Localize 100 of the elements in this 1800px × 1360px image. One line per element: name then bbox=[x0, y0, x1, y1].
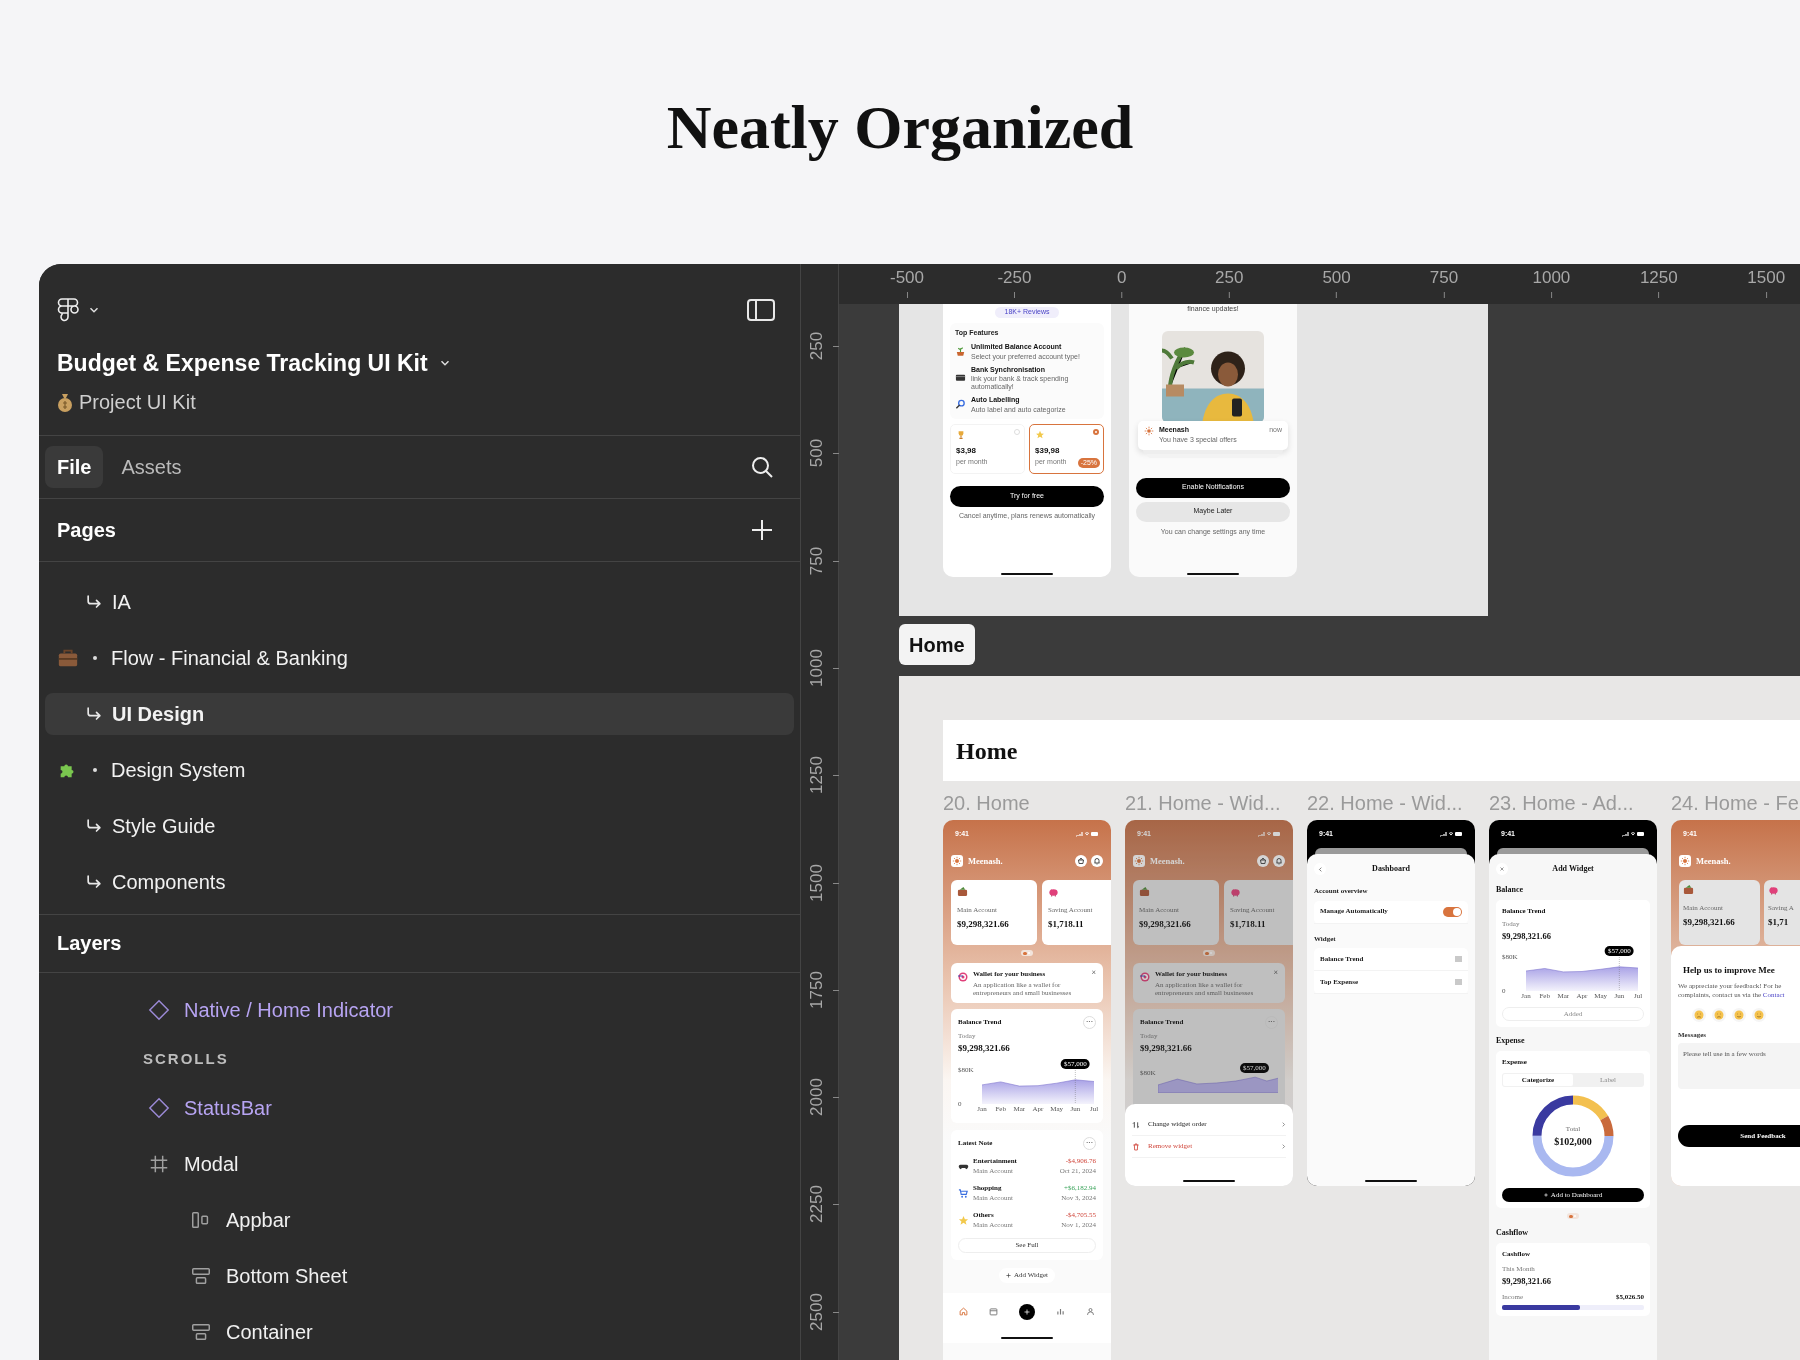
section-title: Cashflow bbox=[1496, 1227, 1529, 1240]
bullet-icon bbox=[93, 655, 97, 660]
balance-amount: $9,298,321.66 bbox=[1502, 930, 1551, 943]
account-balance: $1,718.11 bbox=[1048, 917, 1084, 931]
section-title: Home bbox=[956, 736, 1018, 766]
sun-logo bbox=[1133, 855, 1145, 867]
page-dots bbox=[1567, 1213, 1579, 1220]
ruler-label: 500 bbox=[1322, 267, 1351, 289]
emoji-icon[interactable] bbox=[1712, 1007, 1726, 1022]
ruler-label: 750 bbox=[807, 545, 827, 577]
screen-title: Add Widget bbox=[1552, 863, 1594, 875]
account-balance: $1,71 bbox=[1768, 915, 1789, 929]
calendar-icon[interactable] bbox=[989, 1307, 999, 1316]
ruler-label: 1000 bbox=[807, 648, 827, 689]
plan-price: $39,98 bbox=[1035, 445, 1060, 457]
ruler-label: 250 bbox=[807, 330, 827, 363]
vertical-layout-icon bbox=[190, 1321, 212, 1343]
radio-button[interactable] bbox=[1093, 428, 1099, 435]
close-button[interactable]: × bbox=[1091, 969, 1096, 977]
bullet-icon bbox=[93, 767, 97, 772]
ruler-label: -500 bbox=[890, 267, 924, 289]
layer-item[interactable]: Bottom Sheet bbox=[226, 1261, 348, 1291]
plus-icon bbox=[1006, 1272, 1011, 1278]
guide-line bbox=[1619, 956, 1620, 991]
chevron-right-icon bbox=[1281, 1144, 1286, 1149]
ruler-label: 500 bbox=[807, 438, 827, 470]
layer-item[interactable]: Container bbox=[226, 1317, 313, 1347]
close-icon bbox=[1500, 867, 1504, 871]
star-icon bbox=[1035, 429, 1045, 439]
balance-amount: $9,298,321.66 bbox=[1140, 1042, 1192, 1055]
balance-amount: $9,298,321.66 bbox=[958, 1042, 1010, 1055]
magnifier-icon bbox=[955, 398, 966, 410]
section-heading: Layers bbox=[57, 931, 122, 957]
swap-icon bbox=[1132, 1120, 1140, 1129]
page-item[interactable]: Flow - Financial & Banking bbox=[45, 636, 794, 679]
plus-icon[interactable] bbox=[750, 517, 774, 542]
layer-item[interactable]: Native / Home Indicator bbox=[184, 995, 393, 1025]
ruler-label: 0 bbox=[1117, 267, 1127, 289]
sun-logo bbox=[951, 855, 963, 867]
piggy-bank-icon bbox=[1048, 886, 1059, 897]
layer-item[interactable]: StatusBar bbox=[184, 1093, 272, 1123]
file-title: Budget & Expense Tracking UI Kit bbox=[57, 349, 428, 378]
component-diamond-icon bbox=[148, 999, 170, 1021]
bar-chart-icon[interactable] bbox=[1055, 1307, 1065, 1316]
account-balance: $1,718.11 bbox=[1230, 917, 1266, 931]
balance-amount: $9,298,321.66 bbox=[1502, 1275, 1551, 1288]
emoji-icon[interactable] bbox=[1752, 1007, 1766, 1022]
account-balance: $9,298,321.66 bbox=[1683, 915, 1735, 929]
ruler-label: 1250 bbox=[807, 755, 827, 797]
brand-name: Meenash. bbox=[1150, 854, 1185, 868]
page-item[interactable]: Components bbox=[45, 860, 794, 903]
status-icons bbox=[1439, 831, 1463, 837]
frame-label: 20. Home bbox=[943, 791, 1031, 816]
status-icons bbox=[1621, 831, 1645, 837]
sidebar-toggle-icon[interactable] bbox=[746, 297, 776, 323]
plus-icon bbox=[1543, 1193, 1548, 1198]
emoji-icon[interactable] bbox=[1732, 1007, 1746, 1022]
page-item[interactable]: UI Design bbox=[45, 692, 794, 735]
sidebar-tab[interactable]: Assets bbox=[109, 445, 194, 488]
frame-icon bbox=[148, 1153, 170, 1175]
page-dots bbox=[1021, 950, 1033, 956]
cart-icon bbox=[958, 1187, 969, 1199]
home-indicator bbox=[1187, 573, 1239, 575]
page-dots bbox=[1203, 950, 1215, 956]
page-item[interactable]: IA bbox=[45, 580, 794, 623]
sun-icon bbox=[1144, 425, 1154, 436]
basket-icon[interactable] bbox=[1075, 855, 1087, 867]
section-heading: Pages bbox=[57, 517, 116, 543]
toggle-switch[interactable] bbox=[1443, 906, 1462, 917]
status-icons bbox=[1257, 831, 1281, 837]
user-icon[interactable] bbox=[1085, 1307, 1095, 1316]
search-icon[interactable] bbox=[750, 454, 774, 479]
page-item[interactable]: Style Guide bbox=[45, 804, 794, 847]
sidebar-tab[interactable]: File bbox=[45, 445, 104, 488]
frame-label: 23. Home - Ad... bbox=[1489, 791, 1635, 816]
brand-name: Meenash. bbox=[1696, 854, 1731, 868]
home-icon[interactable] bbox=[959, 1307, 969, 1316]
layer-item[interactable]: Modal bbox=[184, 1149, 239, 1179]
wallet-icon bbox=[1139, 886, 1150, 897]
trophy-icon bbox=[956, 429, 966, 439]
close-button[interactable] bbox=[1496, 863, 1508, 875]
sheet-title: Help us to improve Mee bbox=[1682, 964, 1775, 977]
frame-label: 21. Home - Wid... bbox=[1125, 791, 1282, 816]
brand-name: Meenash. bbox=[968, 854, 1003, 868]
bell-icon[interactable] bbox=[1273, 855, 1285, 867]
ruler-label: 2250 bbox=[807, 1184, 827, 1226]
target-icon bbox=[958, 972, 968, 982]
bell-icon[interactable] bbox=[1091, 855, 1103, 867]
headline: Neatly Organized bbox=[666, 91, 1134, 163]
add-button[interactable] bbox=[1019, 1303, 1035, 1320]
plan-price: $3,98 bbox=[956, 445, 977, 457]
section-title: Expense bbox=[1496, 1034, 1526, 1047]
layer-section-label: SCROLLS bbox=[143, 1048, 229, 1069]
plant-pot-icon bbox=[955, 345, 966, 357]
emoji-icon[interactable] bbox=[1692, 1007, 1706, 1022]
basket-icon[interactable] bbox=[1257, 855, 1269, 867]
back-button[interactable] bbox=[1314, 863, 1326, 875]
layer-item[interactable]: Appbar bbox=[226, 1205, 291, 1235]
close-button[interactable]: × bbox=[1273, 969, 1278, 977]
page-item[interactable]: Design System bbox=[45, 748, 794, 791]
